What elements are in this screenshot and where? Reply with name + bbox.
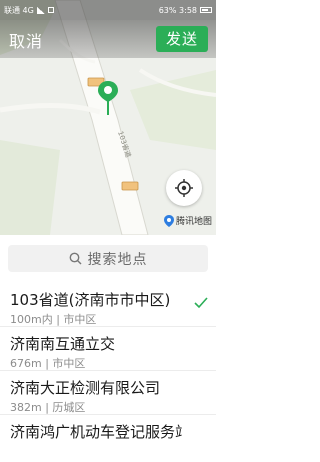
place-item[interactable]: 济南大正检测有限公司 382m | 历城区 (0, 371, 216, 415)
send-button[interactable]: 发送 (156, 26, 208, 52)
battery-icon (200, 7, 212, 13)
signal-icon (36, 6, 45, 14)
location-pin-icon (98, 81, 118, 115)
place-name: 济南南互通立交 (10, 335, 116, 353)
place-distance: 382m (10, 401, 42, 414)
locate-me-button[interactable] (166, 170, 202, 206)
place-subtitle: 676m | 市中区 (10, 357, 86, 370)
search-icon (69, 252, 81, 265)
check-icon (194, 297, 208, 309)
search-placeholder: 搜索地点 (87, 251, 148, 268)
place-district: 历城区 (52, 401, 86, 414)
status-left: 联通 4G (4, 5, 54, 16)
map-brand-text: 腾讯地图 (175, 217, 212, 227)
place-item[interactable]: 103省道(济南市市中区) 100m内 | 市中区 (0, 283, 216, 327)
place-item[interactable]: 济南南互通立交 676m | 市中区 (0, 327, 216, 371)
crosshair-icon (175, 179, 193, 197)
place-subtitle: 100m内 | 市中区 (10, 313, 97, 326)
tencent-map-logo-icon (163, 214, 174, 227)
top-nav: 取消 发送 (0, 20, 216, 58)
notification-icon (47, 7, 54, 13)
place-item[interactable]: 济南鸿广机动车登记服务站 (0, 415, 216, 459)
place-district: 市中区 (63, 313, 97, 326)
battery-time-text: 63% 3:58 (158, 5, 197, 15)
search-bar[interactable]: 搜索地点 (8, 245, 208, 272)
status-right: 63% 3:58 (159, 6, 212, 15)
place-name: 103省道(济南市市中区) (10, 291, 171, 309)
carrier-text: 联通 4G (4, 5, 34, 15)
location-picker-screen: 103省道 腾讯地图 联通 4G 63% 3:58 取消 发送 搜索地点 103… (0, 0, 216, 462)
place-district: 市中区 (52, 357, 86, 370)
status-bar: 联通 4G 63% 3:58 (0, 0, 216, 20)
place-name: 济南鸿广机动车登记服务站 (10, 423, 182, 441)
place-name: 济南大正检测有限公司 (10, 379, 161, 397)
map-brand-logo: 腾讯地图 (163, 214, 212, 227)
place-panel: 搜索地点 103省道(济南市市中区) 100m内 | 市中区 济南南互通立交 6… (0, 235, 216, 462)
place-distance: 100m内 (10, 313, 53, 326)
place-list: 103省道(济南市市中区) 100m内 | 市中区 济南南互通立交 676m |… (0, 283, 216, 459)
cancel-button[interactable]: 取消 (9, 28, 43, 52)
place-subtitle: 382m | 历城区 (10, 401, 86, 414)
place-distance: 676m (10, 357, 42, 370)
